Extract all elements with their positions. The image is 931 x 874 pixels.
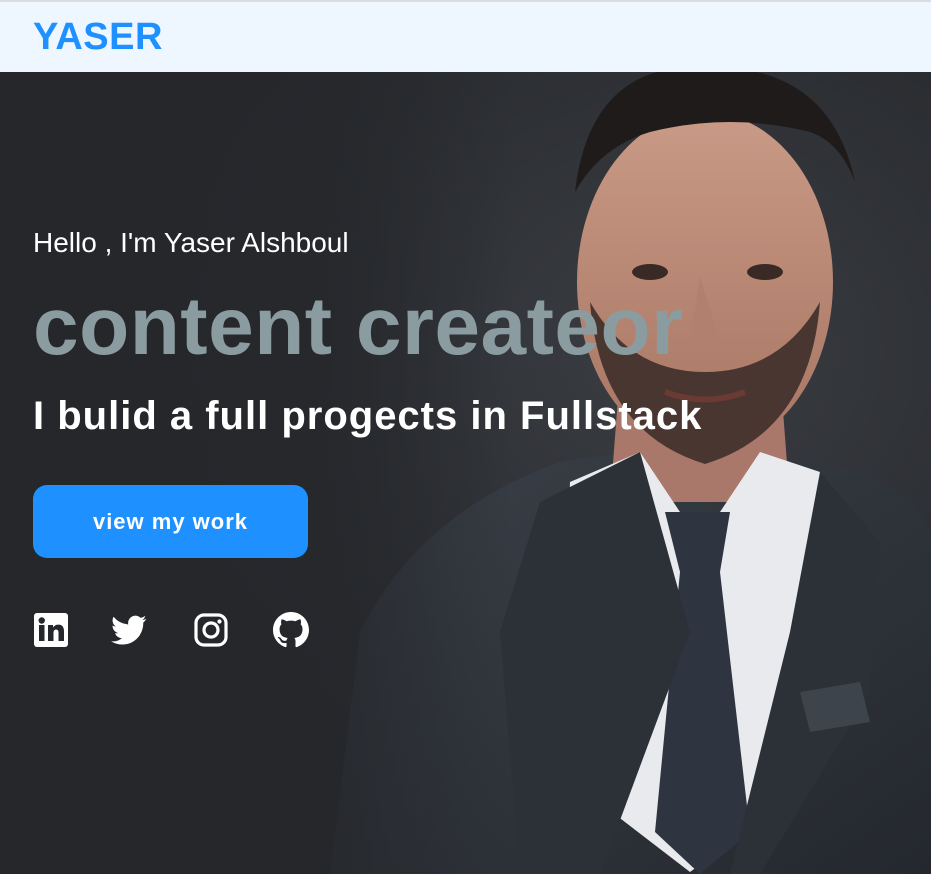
twitter-link[interactable] [111, 612, 147, 648]
hero-section: Hello , I'm Yaser Alshboul content creat… [0, 72, 931, 874]
github-link[interactable] [273, 612, 309, 648]
role-title: content createor [33, 281, 684, 372]
linkedin-icon [34, 613, 68, 647]
tagline-text: I bulid a full progects in Fullstack [33, 394, 703, 438]
instagram-icon [194, 613, 228, 647]
view-my-work-button[interactable]: view my work [33, 485, 308, 558]
navbar: YASER [0, 0, 931, 72]
site-logo[interactable]: YASER [33, 16, 163, 59]
profile-photo [0, 72, 931, 874]
greeting-text: Hello , I'm Yaser Alshboul [33, 227, 349, 258]
twitter-icon [111, 615, 147, 645]
github-icon [273, 612, 309, 648]
linkedin-link[interactable] [33, 612, 69, 648]
instagram-link[interactable] [193, 612, 229, 648]
